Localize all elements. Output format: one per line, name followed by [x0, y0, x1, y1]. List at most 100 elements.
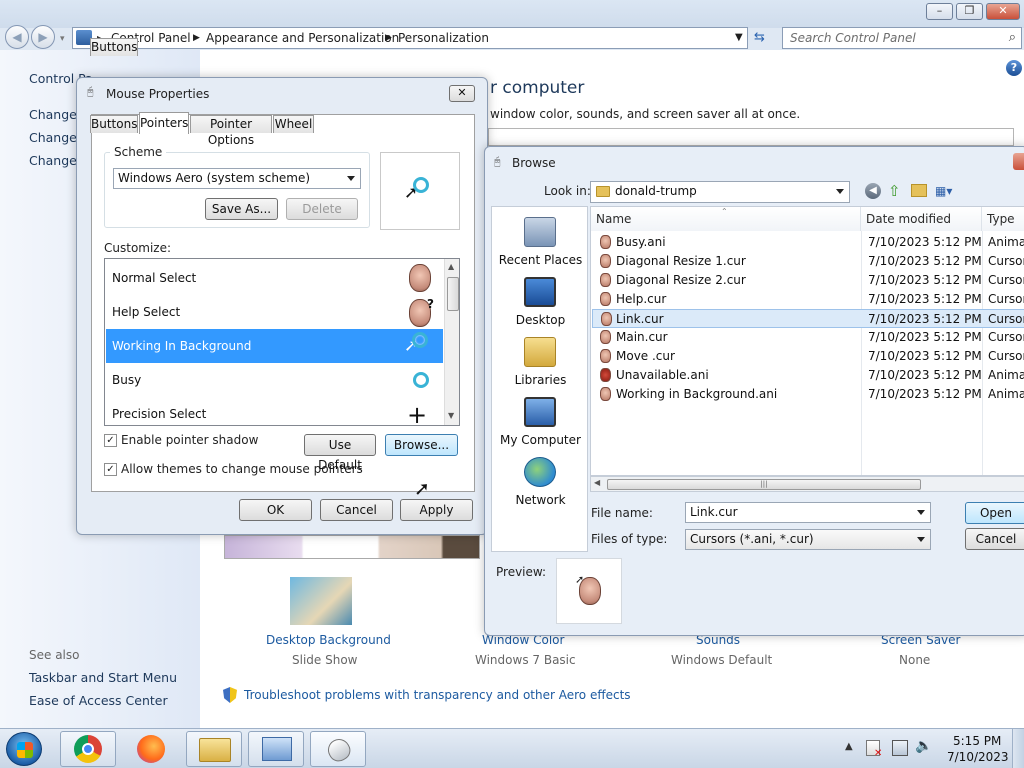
tab-buttons-visible[interactable]: Buttons	[90, 115, 138, 133]
chevron-right-icon[interactable]: ▶	[385, 33, 392, 43]
cursor-row-precision-select[interactable]: Precision Select +	[106, 397, 443, 425]
file-name-value: Link.cur	[690, 505, 738, 519]
link-taskbar-start-menu[interactable]: Taskbar and Start Menu	[29, 670, 177, 685]
chevron-right-icon[interactable]: ▶	[193, 33, 200, 43]
column-header-date[interactable]: Date modified	[861, 207, 982, 231]
close-button[interactable]: ✕	[449, 85, 475, 102]
taskbar: ▲ ✕ 🔈 5:15 PM 7/10/2023	[0, 728, 1024, 768]
volume-muted-icon[interactable]: 🔈	[915, 738, 932, 754]
sidebar-link-1[interactable]: Change	[29, 107, 77, 122]
file-row[interactable]: Unavailable.ani 7/10/2023 5:12 PM Animat	[592, 366, 1024, 385]
desktop-background-link[interactable]: Desktop Background	[266, 633, 391, 647]
link-ease-of-access[interactable]: Ease of Access Center	[29, 693, 168, 708]
breadcrumb-appearance[interactable]: Appearance and Personalization	[206, 31, 399, 45]
file-name-input[interactable]: Link.cur	[685, 502, 931, 523]
open-button[interactable]: Open	[965, 502, 1024, 524]
browse-button[interactable]: Browse...	[385, 434, 458, 456]
file-row[interactable]: Diagonal Resize 1.cur 7/10/2023 5:12 PM Cu…	[592, 252, 1024, 271]
page-heading: r computer	[490, 78, 585, 98]
place-my-computer[interactable]: My Computer	[492, 397, 589, 447]
computer-icon	[524, 397, 556, 427]
file-row[interactable]: Diagonal Resize 2.cur 7/10/2023 5:12 PM Cu…	[592, 271, 1024, 290]
apply-button[interactable]: Apply	[400, 499, 473, 521]
file-row-selected[interactable]: Link.cur 7/10/2023 5:12 PM Cursor	[592, 309, 1024, 328]
back-button[interactable]: ◀	[5, 25, 29, 49]
cancel-button[interactable]: Cancel	[320, 499, 393, 521]
cancel-button[interactable]: Cancel	[965, 528, 1024, 550]
address-bar[interactable]: ▸ Control Panel ▶ Appearance and Persona…	[72, 27, 748, 49]
folder-icon	[596, 186, 610, 197]
cursor-row-working-in-background[interactable]: Working In Background ➚	[106, 329, 443, 363]
use-default-button[interactable]: Use Default	[304, 434, 376, 472]
scroll-up-icon[interactable]: ▲	[448, 262, 454, 271]
restore-button[interactable]: ❐	[956, 3, 983, 20]
taskbar-chrome[interactable]	[60, 731, 116, 767]
file-list[interactable]: Name ⌃ Date modified Type Busy.ani 7/10/2…	[590, 206, 1024, 476]
network-icon[interactable]	[892, 740, 908, 756]
cursor-list[interactable]: Normal Select Help Select ? Working In B…	[104, 258, 460, 426]
cursor-file-icon	[600, 349, 611, 363]
close-button[interactable]	[1013, 153, 1024, 170]
clock-date[interactable]: 7/10/2023	[947, 750, 1009, 764]
file-row[interactable]: Busy.ani 7/10/2023 5:12 PM Animat	[592, 233, 1024, 252]
tab-pointers[interactable]: Pointers	[139, 112, 189, 134]
scheme-select[interactable]: Windows Aero (system scheme)	[113, 168, 361, 189]
allow-themes-checkbox[interactable]: ✓	[104, 463, 117, 476]
place-libraries[interactable]: Libraries	[492, 337, 589, 387]
taskbar-explorer[interactable]	[186, 731, 242, 767]
troubleshoot-link[interactable]: Troubleshoot problems with transparency …	[244, 688, 631, 702]
new-folder-icon[interactable]	[911, 184, 927, 197]
column-header-type[interactable]: Type	[982, 207, 1024, 231]
ok-button[interactable]: OK	[239, 499, 312, 521]
up-folder-icon[interactable]: ⇧	[888, 182, 901, 200]
help-icon[interactable]: ?	[1006, 60, 1022, 76]
place-network[interactable]: Network	[492, 457, 589, 507]
themes-scrollbox[interactable]	[488, 128, 1014, 146]
theme-thumbnails[interactable]	[224, 535, 480, 559]
search-icon[interactable]: ⌕	[1009, 30, 1016, 45]
show-desktop-button[interactable]	[1012, 729, 1024, 768]
tab-wheel[interactable]: Wheel	[273, 115, 314, 133]
save-as-button[interactable]: Save As...	[205, 198, 278, 220]
chevron-down-icon[interactable]: ▼	[735, 32, 743, 43]
search-input[interactable]: Search Control Panel ⌕	[782, 27, 1022, 49]
cursor-row-help-select[interactable]: Help Select ?	[106, 295, 443, 329]
tab-buttons[interactable]: Buttons	[90, 38, 138, 56]
scroll-down-icon[interactable]: ▼	[448, 411, 454, 420]
clock-time[interactable]: 5:15 PM	[953, 734, 1001, 748]
cursor-file-icon	[600, 254, 611, 268]
taskbar-mouse-properties[interactable]	[310, 731, 366, 767]
desktop-background-icon[interactable]	[290, 577, 352, 625]
close-button[interactable]: ✕	[986, 3, 1020, 20]
back-icon[interactable]: ◀	[865, 183, 881, 199]
show-hidden-icons[interactable]: ▲	[845, 741, 853, 752]
horizontal-scrollbar-thumb[interactable]: |||	[607, 479, 921, 490]
taskbar-firefox[interactable]	[122, 731, 178, 767]
file-row[interactable]: Main.cur 7/10/2023 5:12 PM Cursor	[592, 328, 1024, 347]
file-row[interactable]: Move .cur 7/10/2023 5:12 PM Cursor	[592, 347, 1024, 366]
place-recent-places[interactable]: Recent Places	[492, 217, 589, 267]
tab-pointer-options[interactable]: Pointer Options	[190, 115, 272, 147]
enable-shadow-checkbox[interactable]: ✓	[104, 434, 117, 447]
forward-button[interactable]: ▶	[31, 25, 55, 49]
taskbar-control-panel[interactable]	[248, 731, 304, 767]
scroll-left-icon[interactable]: ◀	[594, 478, 600, 487]
cursor-row-busy[interactable]: Busy	[106, 363, 443, 397]
look-in-select[interactable]: donald-trump	[590, 181, 850, 203]
file-row[interactable]: Working in Background.ani 7/10/2023 5:12 …	[592, 385, 1024, 404]
horizontal-scrollbar[interactable]: ◀ |||	[590, 476, 1024, 492]
scrollbar-thumb[interactable]	[447, 277, 459, 311]
start-button[interactable]	[6, 732, 42, 766]
breadcrumb-personalization[interactable]: Personalization	[398, 31, 489, 45]
minimize-button[interactable]: –	[926, 3, 953, 20]
place-desktop[interactable]: Desktop	[492, 277, 589, 327]
look-in-value: donald-trump	[615, 184, 697, 198]
cursor-list-scrollbar[interactable]: ▲ ▼	[444, 259, 459, 425]
view-menu-icon[interactable]: ▦▾	[935, 184, 952, 198]
sidebar-link-2[interactable]: Change	[29, 130, 77, 145]
refresh-icon[interactable]: ⇆	[754, 30, 765, 45]
files-of-type-select[interactable]: Cursors (*.ani, *.cur)	[685, 529, 931, 550]
cursor-row-normal-select[interactable]: Normal Select	[106, 261, 443, 295]
recent-pages-icon[interactable]: ▾	[60, 34, 65, 44]
file-row[interactable]: Help.cur 7/10/2023 5:12 PM Cursor	[592, 290, 1024, 309]
